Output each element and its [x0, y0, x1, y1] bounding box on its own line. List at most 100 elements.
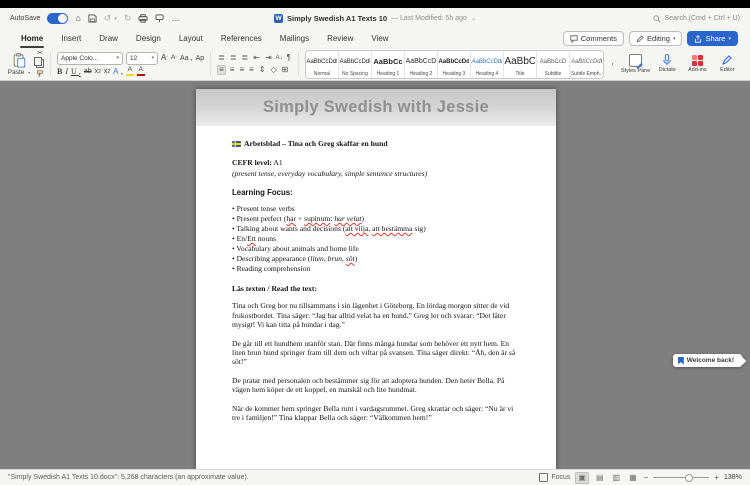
- shrink-font-button[interactable]: Aˇ: [171, 54, 177, 62]
- style-card-heading-1[interactable]: AaBbCc Heading 1: [372, 50, 405, 78]
- bold-button[interactable]: B: [57, 67, 62, 76]
- tab-design[interactable]: Design: [127, 31, 170, 46]
- paste-caret-icon: ▾: [28, 69, 31, 75]
- home-icon[interactable]: ⌂: [75, 14, 80, 23]
- borders-icon[interactable]: ⊞: [281, 65, 290, 75]
- editor-button[interactable]: Editor: [714, 54, 740, 73]
- style-card-normal[interactable]: AaBbCcDdE Normal: [306, 50, 339, 78]
- text-effects-button[interactable]: A ▾: [113, 67, 123, 76]
- style-card-title[interactable]: AaBbC Title: [504, 50, 537, 78]
- bullet-item: • Present perfect (har + supinum: har ve…: [232, 214, 365, 224]
- undo-icon[interactable]: ↺: [104, 14, 112, 23]
- web-layout-view-button[interactable]: ▤: [594, 473, 606, 483]
- word-app-window: AutoSave ⌂ ↺ ▾ ↻ … W Simply Swedish A1 T…: [0, 0, 750, 485]
- styles-gallery-expand-icon[interactable]: ›: [608, 61, 617, 68]
- comments-button[interactable]: Comments: [562, 31, 625, 46]
- styles-pane-button[interactable]: Styles Pane: [621, 53, 650, 74]
- print-layout-view-button[interactable]: ▣: [575, 471, 589, 484]
- style-card-subtitle[interactable]: AaBbCcD Subtitle: [537, 50, 570, 78]
- bullet-item: • Describing appearance (liten, brun, sö…: [232, 254, 358, 264]
- multilevel-list-icon[interactable]: ≣: [241, 53, 250, 63]
- tab-references[interactable]: References: [212, 31, 271, 46]
- story-paragraph: De går till ett hundhem utanför stan. Dä…: [232, 338, 516, 367]
- increase-indent-icon[interactable]: ⇥: [264, 53, 273, 63]
- bullet-list-icon[interactable]: ≣: [217, 53, 226, 63]
- print-icon[interactable]: [138, 14, 148, 23]
- format-painter-icon[interactable]: [155, 14, 164, 23]
- align-center-icon[interactable]: ≡: [229, 65, 236, 75]
- hidden-menubar: [0, 0, 750, 8]
- focus-button[interactable]: Focus: [539, 473, 570, 482]
- superscript-button[interactable]: x2: [104, 68, 110, 75]
- format-painter-small-icon[interactable]: [36, 70, 44, 78]
- zoom-out-button[interactable]: −: [644, 473, 649, 482]
- style-card-heading-4[interactable]: AaBbCcDdE Heading 4: [471, 50, 504, 78]
- shading-icon[interactable]: ◇: [270, 65, 278, 75]
- title-chevron-icon[interactable]: ⌄: [471, 15, 476, 22]
- microphone-icon: [663, 54, 672, 66]
- style-card-subtle-emph-[interactable]: AaBbCcDdE Subtle Emph...: [570, 51, 603, 78]
- tab-insert[interactable]: Insert: [52, 31, 90, 46]
- font-size-combo[interactable]: 12 ▾: [126, 51, 158, 65]
- tab-draw[interactable]: Draw: [90, 31, 127, 46]
- copy-icon[interactable]: [34, 57, 44, 68]
- editing-mode-button[interactable]: Editing ▾: [629, 31, 683, 46]
- justify-icon[interactable]: ≡: [248, 65, 255, 75]
- autosave-label: AutoSave: [10, 15, 41, 22]
- tab-layout[interactable]: Layout: [170, 31, 212, 46]
- add-ins-button[interactable]: Add-ins: [684, 54, 710, 73]
- cut-icon[interactable]: ✂: [37, 50, 43, 57]
- underline-button[interactable]: U ▾: [71, 67, 81, 76]
- search-placeholder: Search (Cmd + Ctrl + U): [664, 15, 740, 22]
- document-content: Arbetsblad – Tina och Greg skaffar en hu…: [196, 126, 556, 423]
- bookmark-icon: [677, 356, 684, 365]
- zoom-slider[interactable]: [653, 473, 710, 482]
- highlight-color-button[interactable]: A: [125, 66, 134, 77]
- numbered-list-icon[interactable]: ≣: [229, 53, 238, 63]
- draft-view-button[interactable]: ▦: [627, 473, 639, 483]
- decrease-indent-icon[interactable]: ⇤: [252, 53, 261, 63]
- font-name-combo[interactable]: Apple Colo... ▾: [57, 51, 123, 65]
- style-card-heading-3[interactable]: AaBbCcDdEHeading 3: [438, 50, 471, 78]
- zoom-in-button[interactable]: +: [714, 473, 719, 482]
- tab-home[interactable]: Home: [12, 31, 52, 48]
- subscript-button[interactable]: x2: [95, 68, 101, 75]
- redo-icon[interactable]: ↻: [124, 14, 132, 23]
- tab-review[interactable]: Review: [318, 31, 362, 46]
- clipboard-icon: [13, 52, 25, 68]
- style-card-no-spacing[interactable]: AaBbCcDdE No Spacing: [339, 50, 372, 78]
- paragraph-marks-icon[interactable]: ¶: [286, 53, 292, 63]
- strikethrough-button[interactable]: ab: [84, 68, 92, 75]
- align-left-icon[interactable]: ≡: [217, 65, 226, 75]
- autosave-toggle[interactable]: [47, 13, 69, 24]
- learning-focus-heading: Learning Focus:: [232, 188, 293, 198]
- search-icon: [652, 10, 661, 28]
- document-page[interactable]: Simply Swedish with Jessie Arbetsblad – …: [196, 89, 556, 471]
- italic-button[interactable]: I: [65, 67, 68, 76]
- grow-font-button[interactable]: Aˆ: [161, 54, 168, 62]
- line-spacing-icon[interactable]: ⇕: [258, 65, 267, 75]
- bullet-item: • En/Ett nouns: [232, 234, 277, 244]
- quick-access-toolbar: AutoSave ⌂ ↺ ▾ ↻ …: [10, 13, 180, 24]
- document-title-area[interactable]: W Simply Swedish A1 Texts 10 — Last Modi…: [274, 8, 476, 29]
- tab-view[interactable]: View: [362, 31, 397, 46]
- learning-focus-list: • Present tense verbs • Present perfect (…: [232, 204, 520, 273]
- style-card-heading-2[interactable]: AaBbCcD Heading 2: [405, 50, 438, 78]
- clear-formatting-button[interactable]: Ap: [196, 55, 205, 62]
- zoom-slider-thumb[interactable]: [685, 473, 694, 482]
- outline-view-button[interactable]: ▥: [611, 473, 623, 483]
- save-icon[interactable]: [88, 14, 97, 23]
- change-case-button[interactable]: Aa ▾: [180, 55, 193, 62]
- sort-icon[interactable]: A↓: [276, 55, 283, 61]
- search-input[interactable]: Search (Cmd + Ctrl + U): [652, 10, 740, 28]
- undo-dropdown-icon[interactable]: ▾: [114, 16, 117, 22]
- align-right-icon[interactable]: ≡: [238, 65, 245, 75]
- share-button[interactable]: Share ▾: [687, 31, 738, 46]
- more-commands-icon[interactable]: …: [171, 14, 180, 23]
- dictate-button[interactable]: Dictate: [654, 54, 680, 73]
- tab-mailings[interactable]: Mailings: [271, 31, 318, 46]
- story-paragraph: Tina och Greg bor nu tillsammans i sin l…: [232, 301, 510, 330]
- paste-button[interactable]: Paste ▾: [6, 52, 32, 76]
- welcome-back-tooltip[interactable]: Welcome back!: [672, 354, 742, 367]
- font-color-button[interactable]: A: [136, 66, 145, 77]
